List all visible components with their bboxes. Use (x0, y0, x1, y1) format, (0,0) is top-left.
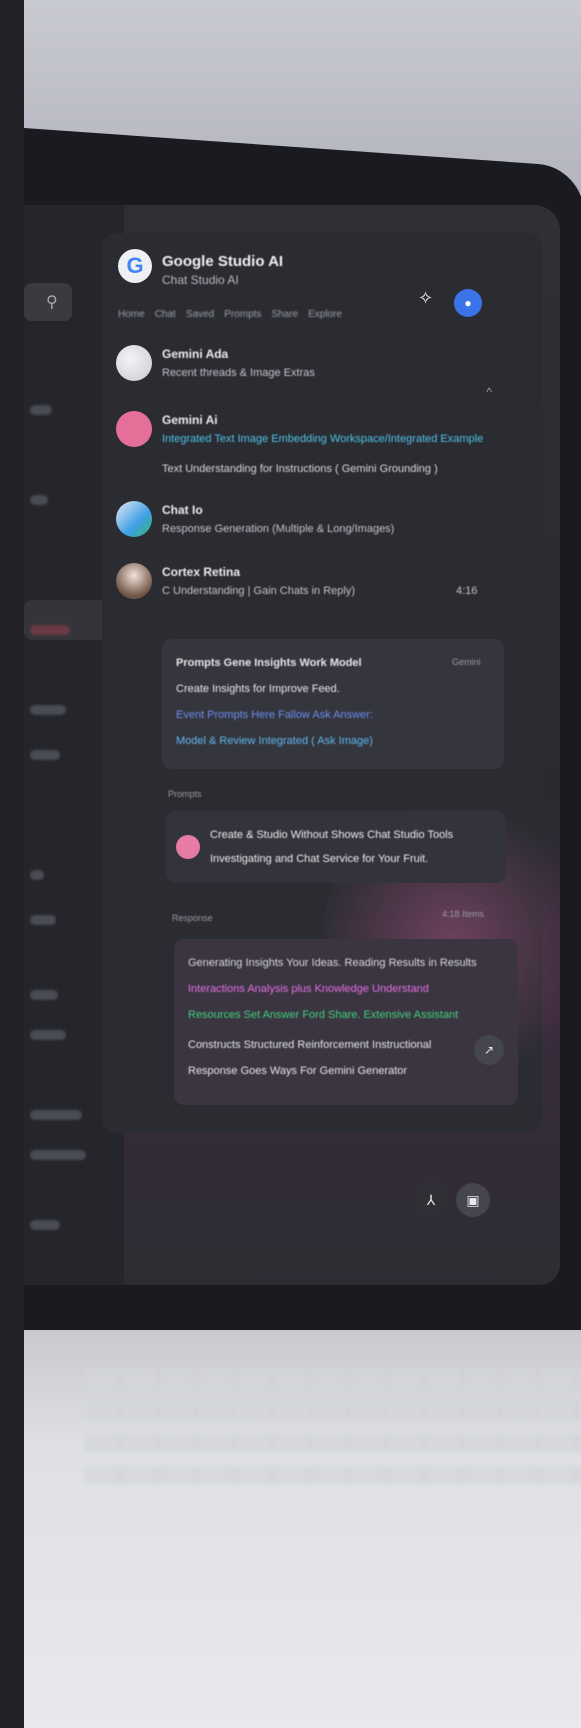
avatar (116, 411, 152, 447)
sidebar-item[interactable] (30, 705, 66, 715)
card-line: Prompts Gene Insights Work Model (176, 657, 362, 669)
app-title: Google Studio AI (162, 253, 284, 270)
sidebar-item[interactable] (30, 1110, 82, 1120)
sidebar-item[interactable] (30, 990, 58, 1000)
sidebar-item[interactable] (30, 495, 48, 505)
tab-prompts[interactable]: Prompts (224, 309, 261, 320)
message-text: Response Generation (Multiple & Long/Ima… (162, 523, 395, 535)
message-author: Gemini Ada (162, 347, 229, 361)
sidebar-item[interactable] (30, 915, 56, 925)
message-author: Chat Io (162, 503, 203, 517)
account-avatar-button[interactable]: ● (454, 289, 482, 317)
sidebar-item[interactable] (30, 750, 60, 760)
sidebar-item[interactable] (30, 870, 44, 880)
card-line: Event Prompts Here Fallow Ask Answer: (176, 709, 373, 721)
message-text: C Understanding | Gain Chats in Reply) (162, 585, 356, 597)
tab-bar: Home Chat Saved Prompts Share Explore (118, 309, 342, 320)
response-card: Generating Insights Your Ideas. Reading … (174, 939, 518, 1105)
laptop-screen: ⚲ G Google Studio AI Chat Studio AI ✧ ● … (24, 205, 560, 1285)
search-icon: ⚲ (46, 294, 58, 311)
tab-share[interactable]: Share (271, 309, 298, 320)
tab-explore[interactable]: Explore (308, 309, 342, 320)
sidebar-item[interactable] (30, 625, 70, 635)
message-author: Gemini Ai (162, 413, 218, 427)
list-item[interactable]: Gemini Ada Recent threads & Image Extras… (116, 345, 496, 405)
card-line: Interactions Analysis plus Knowledge Und… (188, 983, 429, 995)
card-tag: Gemini (452, 657, 481, 667)
avatar (116, 501, 152, 537)
sidebar-item[interactable] (30, 1030, 66, 1040)
sidebar-item[interactable] (30, 405, 52, 415)
tab-chat[interactable]: Chat (155, 309, 176, 320)
card-line: Constructs Structured Reinforcement Inst… (188, 1039, 432, 1051)
add-icon[interactable]: ↗ (474, 1035, 504, 1065)
card-line: Response Goes Ways For Gemini Generator (188, 1065, 408, 1077)
card-line: Generating Insights Your Ideas. Reading … (188, 957, 477, 969)
prompt-card[interactable]: Prompts Gene Insights Work Model Create … (162, 639, 504, 769)
card-line: Model & Review Integrated ( Ask Image) (176, 735, 373, 747)
google-logo-icon: G (118, 249, 152, 283)
list-item[interactable]: Chat Io Response Generation (Multiple & … (116, 501, 496, 551)
message-text: Integrated Text Image Embedding Workspac… (162, 433, 484, 445)
list-item[interactable]: Gemini Ai Integrated Text Image Embeddin… (116, 411, 496, 501)
avatar (116, 345, 152, 381)
tab-saved[interactable]: Saved (186, 309, 214, 320)
message-time: 4:16 (456, 585, 478, 597)
app-subtitle: Chat Studio AI (162, 273, 239, 287)
left-edge-bar (0, 0, 24, 1728)
pin-icon[interactable]: ✧ (418, 288, 433, 309)
search-button[interactable]: ⚲ (24, 283, 72, 321)
card-line: Create Insights for Improve Feed. (176, 683, 340, 695)
chat-panel: G Google Studio AI Chat Studio AI ✧ ● Ho… (102, 233, 560, 1133)
avatar (116, 563, 152, 599)
message-text: Recent threads & Image Extras (162, 367, 315, 379)
list-item[interactable]: Cortex Retina C Understanding | Gain Cha… (116, 563, 496, 613)
mic-icon[interactable]: ▣ (456, 1183, 490, 1217)
section-label: Response (172, 913, 213, 923)
sidebar-item[interactable] (30, 1150, 86, 1160)
response-time: 4:18 Items (442, 909, 485, 919)
section-label: Prompts (168, 789, 202, 799)
message-author: Cortex Retina (162, 565, 241, 579)
user-avatar (176, 835, 200, 859)
bubble-line: Investigating and Chat Service for Your … (210, 853, 429, 865)
card-line: Resources Set Answer Ford Share. Extensi… (188, 1009, 459, 1021)
sidebar-item[interactable] (30, 1220, 60, 1230)
user-message-bubble[interactable]: Create & Studio Without Shows Chat Studi… (166, 811, 506, 883)
tab-home[interactable]: Home (118, 309, 145, 320)
bubble-line: Create & Studio Without Shows Chat Studi… (210, 829, 454, 841)
message-text: Text Understanding for Instructions ( Ge… (162, 463, 438, 475)
laptop-keyboard (24, 1330, 581, 1728)
chevron-up-icon[interactable]: ^ (486, 385, 492, 399)
send-icon[interactable]: ⅄ (414, 1183, 448, 1217)
